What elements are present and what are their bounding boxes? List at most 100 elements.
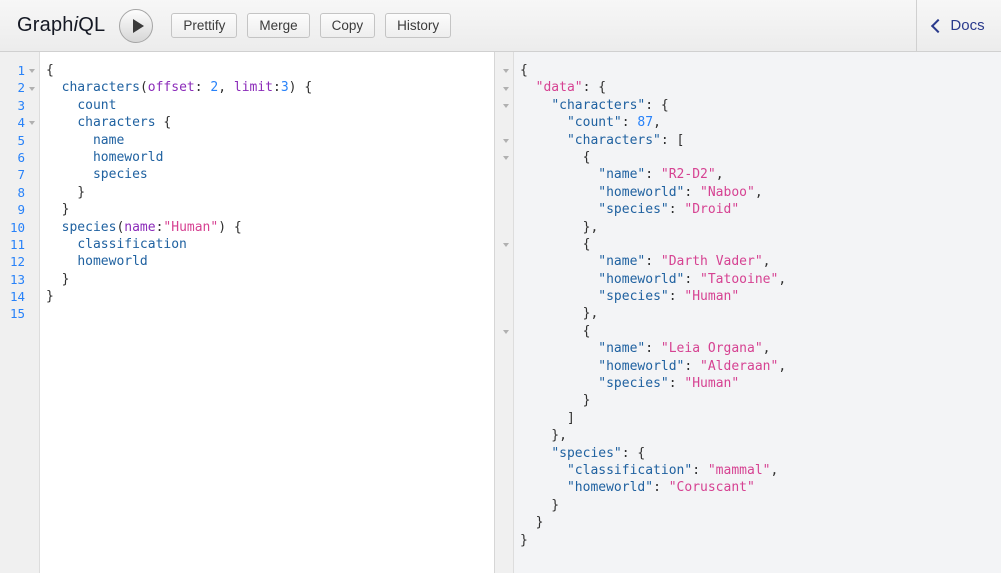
code-token: "Human" — [684, 289, 739, 304]
toolbar: GraphiQL Prettify Merge Copy History Doc… — [0, 0, 1001, 52]
line-number-row: 15 — [0, 305, 39, 322]
fold-triangle-icon[interactable] — [503, 87, 509, 91]
chevron-left-icon — [931, 19, 945, 33]
code-token: "homeworld" — [598, 185, 684, 200]
code-line: "name": "Leia Organa", — [520, 340, 1001, 357]
code-line: "data": { — [520, 79, 1001, 96]
fold-marker-row — [495, 410, 513, 427]
code-token: species — [62, 220, 117, 235]
line-number: 7 — [17, 166, 25, 183]
code-token — [46, 167, 93, 182]
code-token: : — [669, 289, 685, 304]
code-token: "mammal" — [708, 463, 771, 478]
code-line: species(name:"Human") { — [46, 219, 494, 236]
code-token: , — [716, 167, 724, 182]
fold-marker-row — [495, 236, 513, 253]
code-token: : — [684, 185, 700, 200]
code-token — [520, 185, 598, 200]
fold-marker-row — [495, 375, 513, 392]
fold-marker-row — [495, 462, 513, 479]
code-line: "homeworld": "Naboo", — [520, 184, 1001, 201]
code-line: } — [46, 288, 494, 305]
code-line: "characters": { — [520, 97, 1001, 114]
code-token: , — [778, 272, 786, 287]
code-token: characters — [62, 80, 140, 95]
line-number-row: 11 — [0, 236, 39, 253]
code-token: : — [684, 272, 700, 287]
line-number: 2 — [17, 79, 25, 96]
code-token: : — [692, 463, 708, 478]
fold-triangle-icon[interactable] — [29, 69, 35, 73]
code-token — [46, 133, 93, 148]
code-token: : — [684, 359, 700, 374]
code-token: "R2-D2" — [661, 167, 716, 182]
code-token: "homeworld" — [598, 272, 684, 287]
history-button[interactable]: History — [385, 13, 451, 38]
query-editor-pane: 123456789101112131415 { characters(offse… — [0, 52, 495, 573]
code-token — [520, 359, 598, 374]
query-line-number-gutter: 123456789101112131415 — [0, 52, 40, 573]
docs-toggle[interactable]: Docs — [916, 0, 1001, 51]
code-line: "homeworld": "Alderaan", — [520, 358, 1001, 375]
code-token: : — [273, 80, 281, 95]
code-token — [520, 376, 598, 391]
code-line: } — [46, 271, 494, 288]
fold-marker-row — [495, 184, 513, 201]
code-token: } — [46, 185, 85, 200]
fold-marker-row — [495, 340, 513, 357]
code-token: name — [124, 220, 155, 235]
code-token: "name" — [598, 254, 645, 269]
result-viewer: { "data": { "characters": { "count": 87,… — [514, 52, 1001, 573]
fold-marker-row — [495, 149, 513, 166]
code-token: limit — [234, 80, 273, 95]
code-line: "species": "Human" — [520, 375, 1001, 392]
graphiql-app: GraphiQL Prettify Merge Copy History Doc… — [0, 0, 1001, 573]
code-token: : — [645, 254, 661, 269]
execute-query-button[interactable] — [119, 9, 153, 43]
code-token: "Naboo" — [700, 185, 755, 200]
code-token — [520, 254, 598, 269]
query-editor[interactable]: { characters(offset: 2, limit:3) { count… — [40, 52, 494, 573]
code-token: : — [622, 115, 638, 130]
code-token: { — [520, 237, 590, 252]
logo-suffix: QL — [78, 14, 105, 36]
code-line: } — [520, 497, 1001, 514]
code-token: "homeworld" — [598, 359, 684, 374]
code-line: } — [46, 184, 494, 201]
code-token: { — [520, 63, 528, 78]
fold-triangle-icon[interactable] — [503, 69, 509, 73]
fold-triangle-icon[interactable] — [503, 243, 509, 247]
fold-triangle-icon[interactable] — [29, 121, 35, 125]
result-viewer-pane: { "data": { "characters": { "count": 87,… — [495, 52, 1001, 573]
code-token — [46, 254, 77, 269]
code-token: } — [46, 289, 54, 304]
code-token: , — [770, 463, 778, 478]
code-token: , — [763, 341, 771, 356]
code-token: "Alderaan" — [700, 359, 778, 374]
code-token: "name" — [598, 341, 645, 356]
fold-marker-row — [495, 288, 513, 305]
code-token — [46, 98, 77, 113]
code-token — [520, 202, 598, 217]
code-line: { — [520, 323, 1001, 340]
prettify-button[interactable]: Prettify — [171, 13, 237, 38]
code-token — [520, 272, 598, 287]
copy-button[interactable]: Copy — [320, 13, 376, 38]
line-number-row: 6 — [0, 149, 39, 166]
line-number-row: 1 — [0, 62, 39, 79]
fold-triangle-icon[interactable] — [503, 104, 509, 108]
code-token: 3 — [281, 80, 289, 95]
line-number: 1 — [17, 62, 25, 79]
fold-marker-row — [495, 271, 513, 288]
fold-triangle-icon[interactable] — [29, 87, 35, 91]
code-token — [520, 98, 551, 113]
code-token — [520, 133, 567, 148]
line-number-row: 7 — [0, 166, 39, 183]
fold-triangle-icon[interactable] — [503, 156, 509, 160]
line-number-row: 4 — [0, 114, 39, 131]
fold-triangle-icon[interactable] — [503, 139, 509, 143]
code-token — [520, 463, 567, 478]
fold-triangle-icon[interactable] — [503, 330, 509, 334]
merge-button[interactable]: Merge — [247, 13, 309, 38]
fold-marker-row — [495, 114, 513, 131]
